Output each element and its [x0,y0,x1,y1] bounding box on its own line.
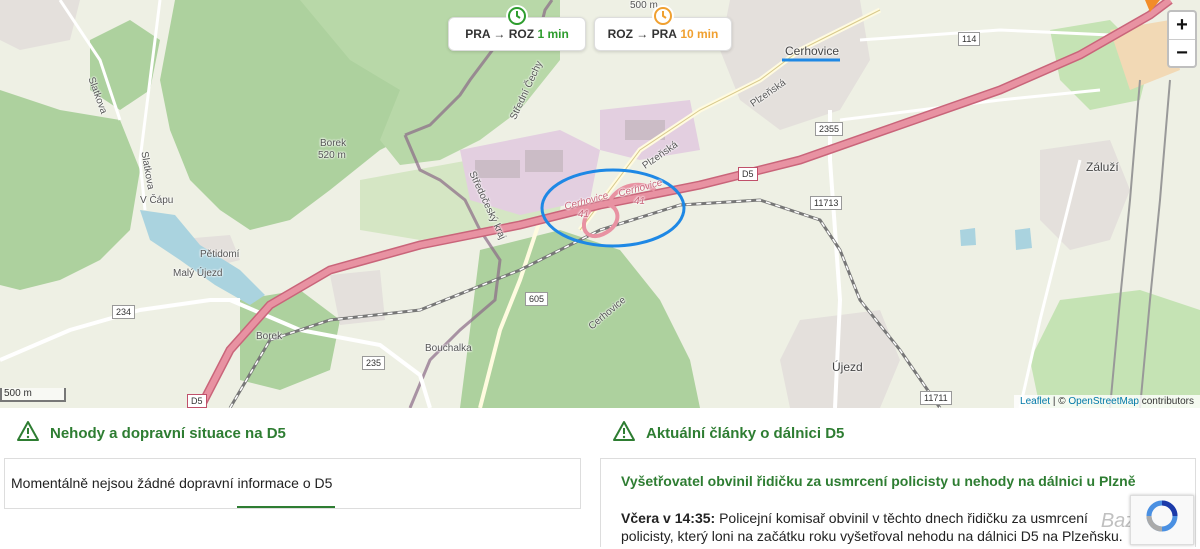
warning-icon [612,420,636,446]
zoom-in-button[interactable]: + [1169,12,1195,39]
clock-icon [652,5,674,27]
traffic-section-title: Nehody a dopravní situace na D5 [50,425,286,442]
traffic-info-message: Momentálně nejsou žádné dopravní informa… [11,475,332,491]
road-shield-234: 234 [112,305,135,319]
traffic-map[interactable]: Cerhovice Záluží Újezd Pětidomí Malý Úje… [0,0,1200,408]
osm-link[interactable]: OpenStreetMap [1068,396,1139,407]
recaptcha-badge[interactable] [1130,495,1194,545]
attribution-separator: | © [1050,396,1068,407]
road-shield-11713: 11713 [810,196,842,210]
traffic-section-header: Nehody a dopravní situace na D5 [16,420,286,446]
label-petidomi: Pětidomí [200,249,239,260]
road-shield-2355: 2355 [815,122,843,136]
progress-indicator [237,506,335,508]
label-borek-height: 520 m [318,150,346,161]
road-shield-d5-a: D5 [738,167,758,181]
route-label: ROZ → PRA [608,27,677,41]
label-borek-hill: Borek [320,138,346,149]
route-button-pra-roz[interactable]: PRA → ROZ 1 min [448,17,586,51]
road-shield-235: 235 [362,356,385,370]
attribution-suffix: contributors [1139,396,1194,407]
route-button-roz-pra[interactable]: ROZ → PRA 10 min [594,17,732,51]
route-label: PRA → ROZ [465,27,534,41]
label-borek: Borek [256,331,282,342]
road-shield-d5-b: D5 [187,394,207,408]
zoom-out-button[interactable]: − [1169,39,1195,66]
road-shield-11711: 11711 [920,391,952,405]
article-time: Včera v 14:35: [621,510,715,526]
label-zaluzi: Záluží [1086,160,1119,174]
road-shield-114: 114 [958,32,980,46]
label-cerhovice: Cerhovice [785,44,839,58]
road-shield-605: 605 [525,292,548,306]
warning-icon [16,420,40,446]
label-bouchalka: Bouchalka [425,343,472,354]
map-attribution: Leaflet | © OpenStreetMap contributors [1014,395,1200,408]
label-exit-b-num: 41 [634,196,645,207]
clock-icon [506,5,528,27]
recaptcha-icon [1131,496,1193,544]
traffic-info-box: Momentálně nejsou žádné dopravní informa… [4,458,581,509]
route-time: 10 min [680,27,718,41]
zoom-control: + − [1167,10,1197,68]
articles-section-title: Aktuální články o dálnici D5 [646,425,844,442]
article-box: Vyšetřovatel obvinil řidičku za usmrcení… [600,458,1196,547]
articles-section-header: Aktuální články o dálnici D5 [612,420,844,446]
route-time: 1 min [537,27,568,41]
label-exit-a-num: 41 [578,209,589,220]
leaflet-link[interactable]: Leaflet [1020,396,1050,407]
scale-bar: 500 m [0,388,66,402]
article-title-link[interactable]: Vyšetřovatel obvinil řidičku za usmrcení… [621,473,1181,489]
label-ujezd: Újezd [832,360,863,374]
map-tiles [0,0,1200,408]
label-maly-ujezd: Malý Újezd [173,268,222,279]
label-v-capu: V Čápu [140,195,173,206]
article-body: Včera v 14:35: Policejní komisař obvinil… [621,509,1126,545]
